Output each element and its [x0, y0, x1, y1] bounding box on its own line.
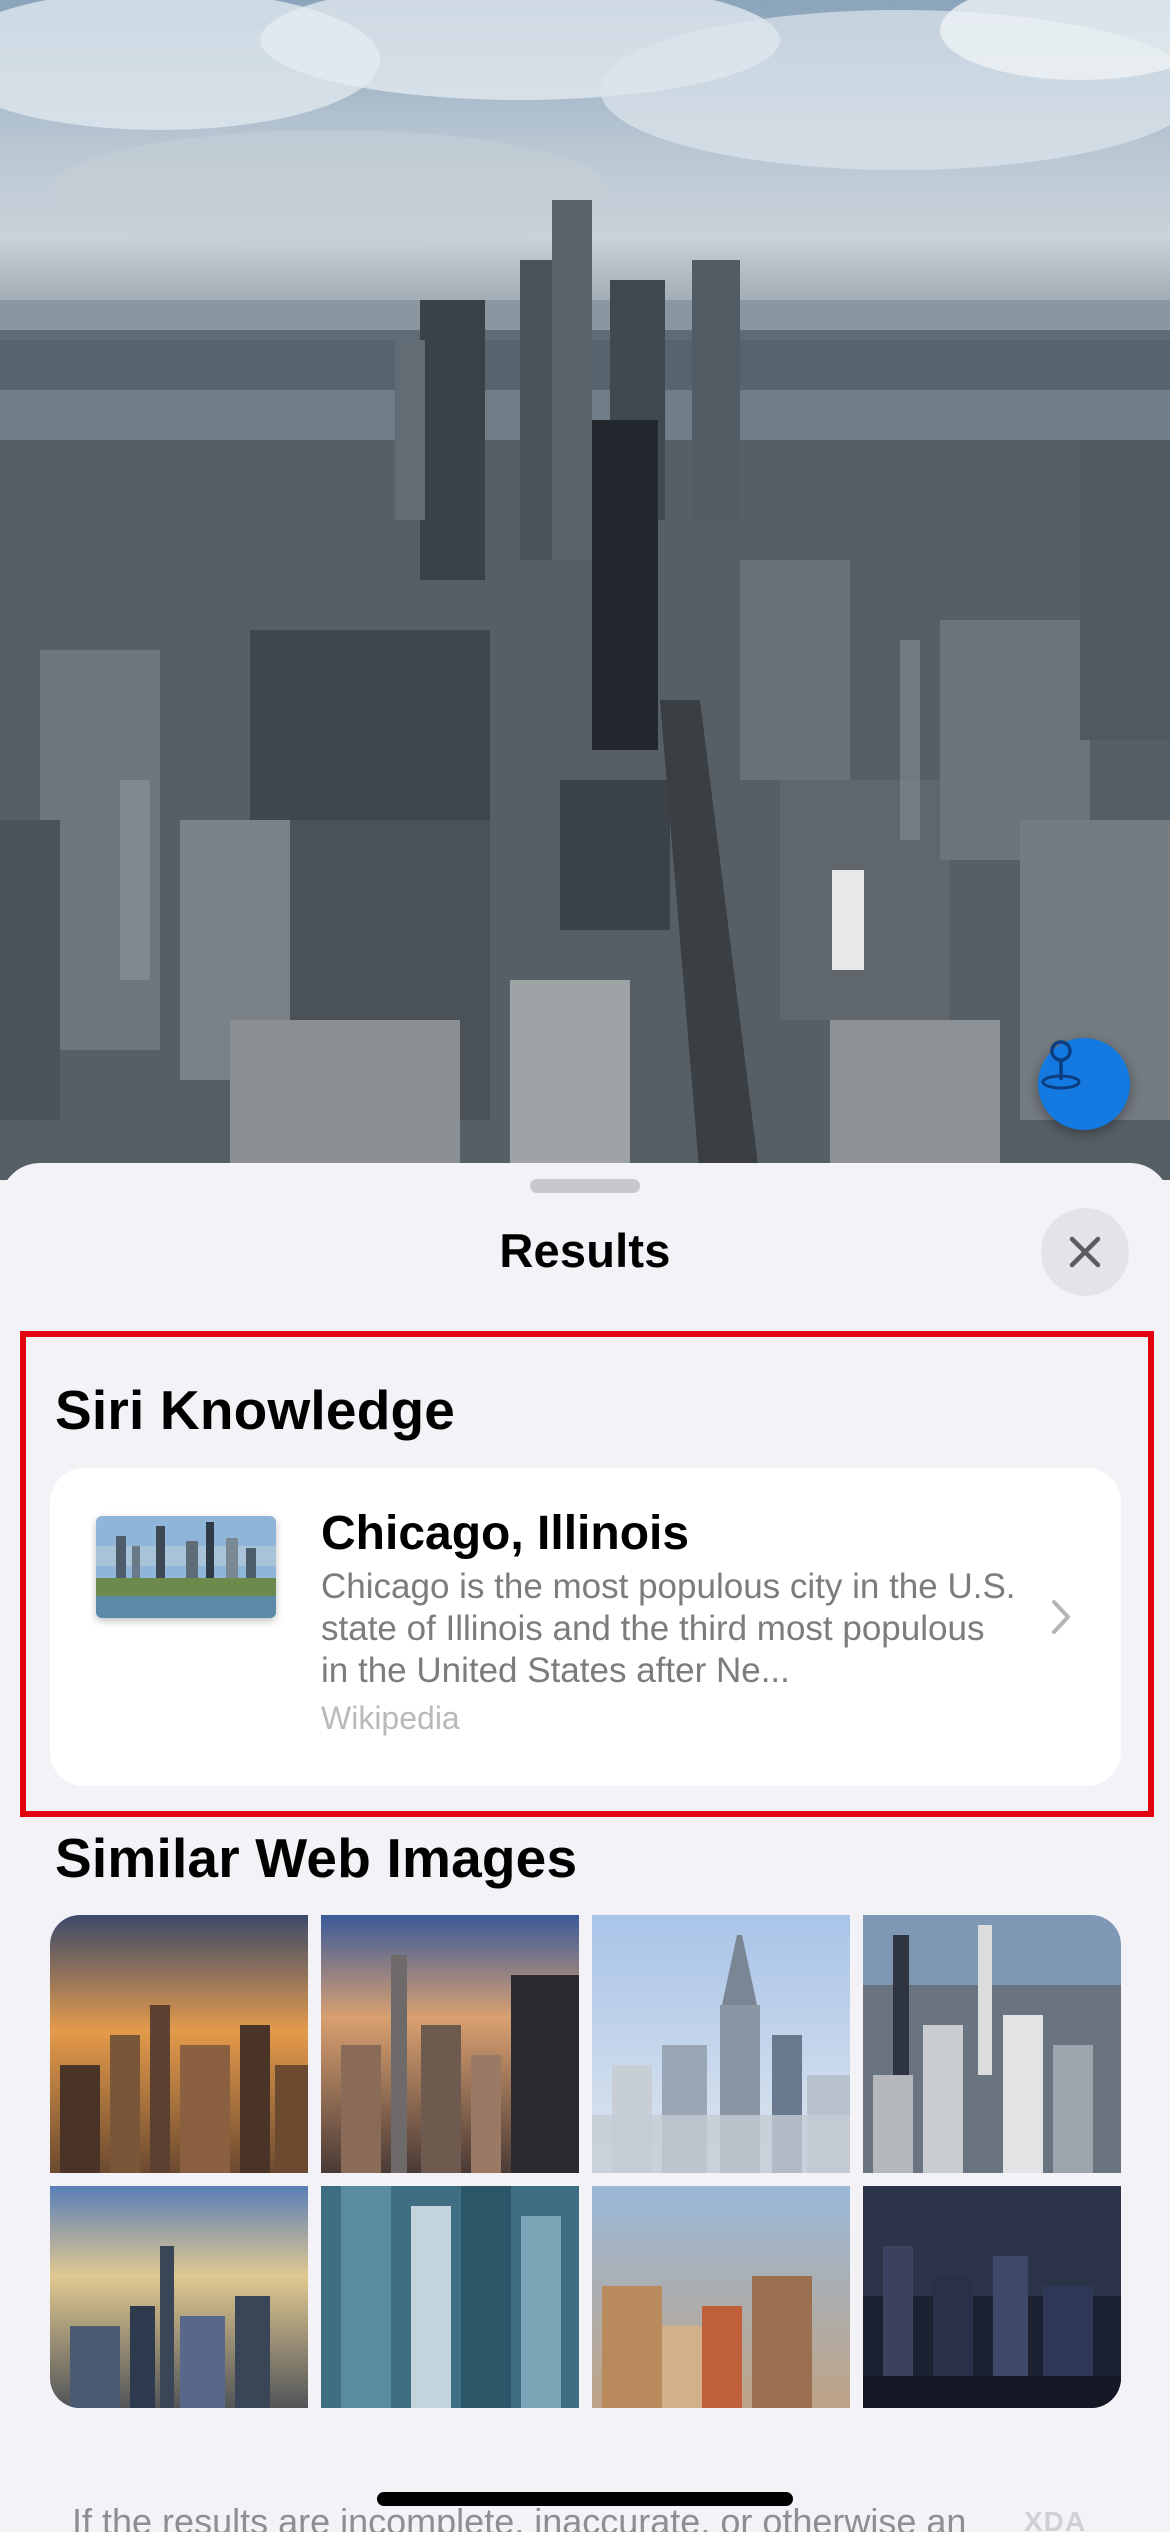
similar-image[interactable] [592, 2186, 850, 2408]
similar-image[interactable] [50, 1915, 308, 2173]
similar-images-heading: Similar Web Images [55, 1827, 578, 1889]
close-icon [1069, 1236, 1101, 1268]
results-sheet: Results Siri Knowledge Chicago, Illinois… [0, 1163, 1170, 2532]
home-indicator[interactable] [377, 2492, 793, 2506]
knowledge-thumbnail [96, 1516, 276, 1618]
similar-image[interactable] [863, 2186, 1121, 2408]
sheet-grabber[interactable] [530, 1179, 640, 1193]
knowledge-source: Wikipedia [321, 1700, 460, 1736]
siri-knowledge-heading: Siri Knowledge [55, 1379, 456, 1441]
sheet-title: Results [499, 1224, 671, 1277]
similar-image[interactable] [50, 2186, 308, 2408]
watermark: XDA [1024, 2506, 1087, 2532]
knowledge-title: Chicago, Illinois [321, 1507, 690, 1560]
close-button[interactable] [1041, 1208, 1129, 1296]
knowledge-card[interactable]: Chicago, Illinois Chicago is the most po… [50, 1468, 1121, 1786]
similar-image[interactable] [321, 2186, 579, 2408]
chevron-right-icon [1052, 1600, 1070, 1634]
similar-image[interactable] [321, 1915, 579, 2173]
similar-images-grid [50, 1915, 1121, 2408]
photo-preview [0, 0, 1170, 1180]
location-pin-icon [1041, 1040, 1081, 1090]
visual-lookup-button[interactable] [1038, 1038, 1130, 1130]
similar-image[interactable] [863, 1915, 1121, 2173]
knowledge-description: Chicago is the most populous city in the… [321, 1567, 1016, 1690]
similar-image[interactable] [592, 1915, 850, 2173]
